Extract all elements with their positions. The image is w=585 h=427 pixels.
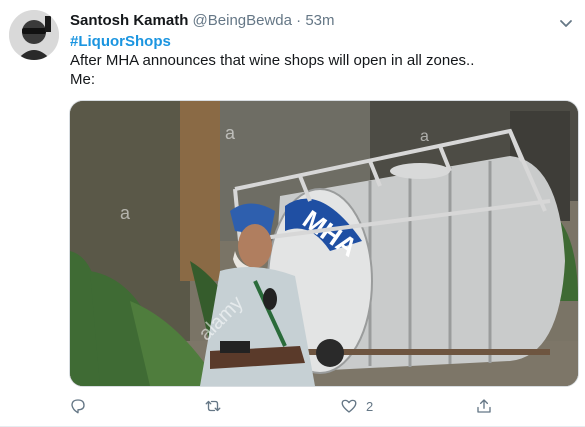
watermark-1: a	[225, 123, 236, 143]
avatar-image	[9, 10, 59, 60]
tweet-text-line-1: After MHA announces that wine shops will…	[70, 52, 475, 69]
share-icon	[477, 399, 491, 413]
tweet-media-image[interactable]: MHA a a a alamy	[69, 100, 579, 387]
tweet[interactable]: Santosh Kamath @BeingBewda · 53m #Liquor…	[0, 0, 585, 427]
separator-dot: ·	[296, 12, 302, 29]
share-button[interactable]	[475, 395, 493, 417]
display-name[interactable]: Santosh Kamath	[70, 12, 188, 29]
tweet-text: #LiquorShops After MHA announces that wi…	[70, 32, 474, 89]
tweet-text-line-2: Me:	[70, 71, 96, 88]
retweet-icon	[205, 400, 221, 412]
watermark-2: a	[120, 203, 131, 223]
like-button[interactable]: 2	[340, 395, 373, 417]
like-count: 2	[366, 398, 374, 414]
user-handle[interactable]: @BeingBewda	[193, 12, 292, 29]
reply-button[interactable]	[69, 395, 87, 417]
chevron-down-icon[interactable]	[557, 14, 575, 32]
retweet-button[interactable]	[204, 395, 222, 417]
heart-icon	[341, 399, 357, 413]
watermark-3: a	[420, 128, 429, 145]
tweet-actions: 2	[69, 395, 499, 417]
timestamp[interactable]: 53m	[305, 12, 334, 29]
meme-photo: MHA a a a alamy	[70, 101, 578, 386]
hashtag-link[interactable]: #LiquorShops	[70, 32, 474, 51]
avatar[interactable]	[9, 10, 59, 60]
tweet-header: Santosh Kamath @BeingBewda · 53m	[70, 12, 335, 30]
reply-icon	[71, 399, 85, 414]
